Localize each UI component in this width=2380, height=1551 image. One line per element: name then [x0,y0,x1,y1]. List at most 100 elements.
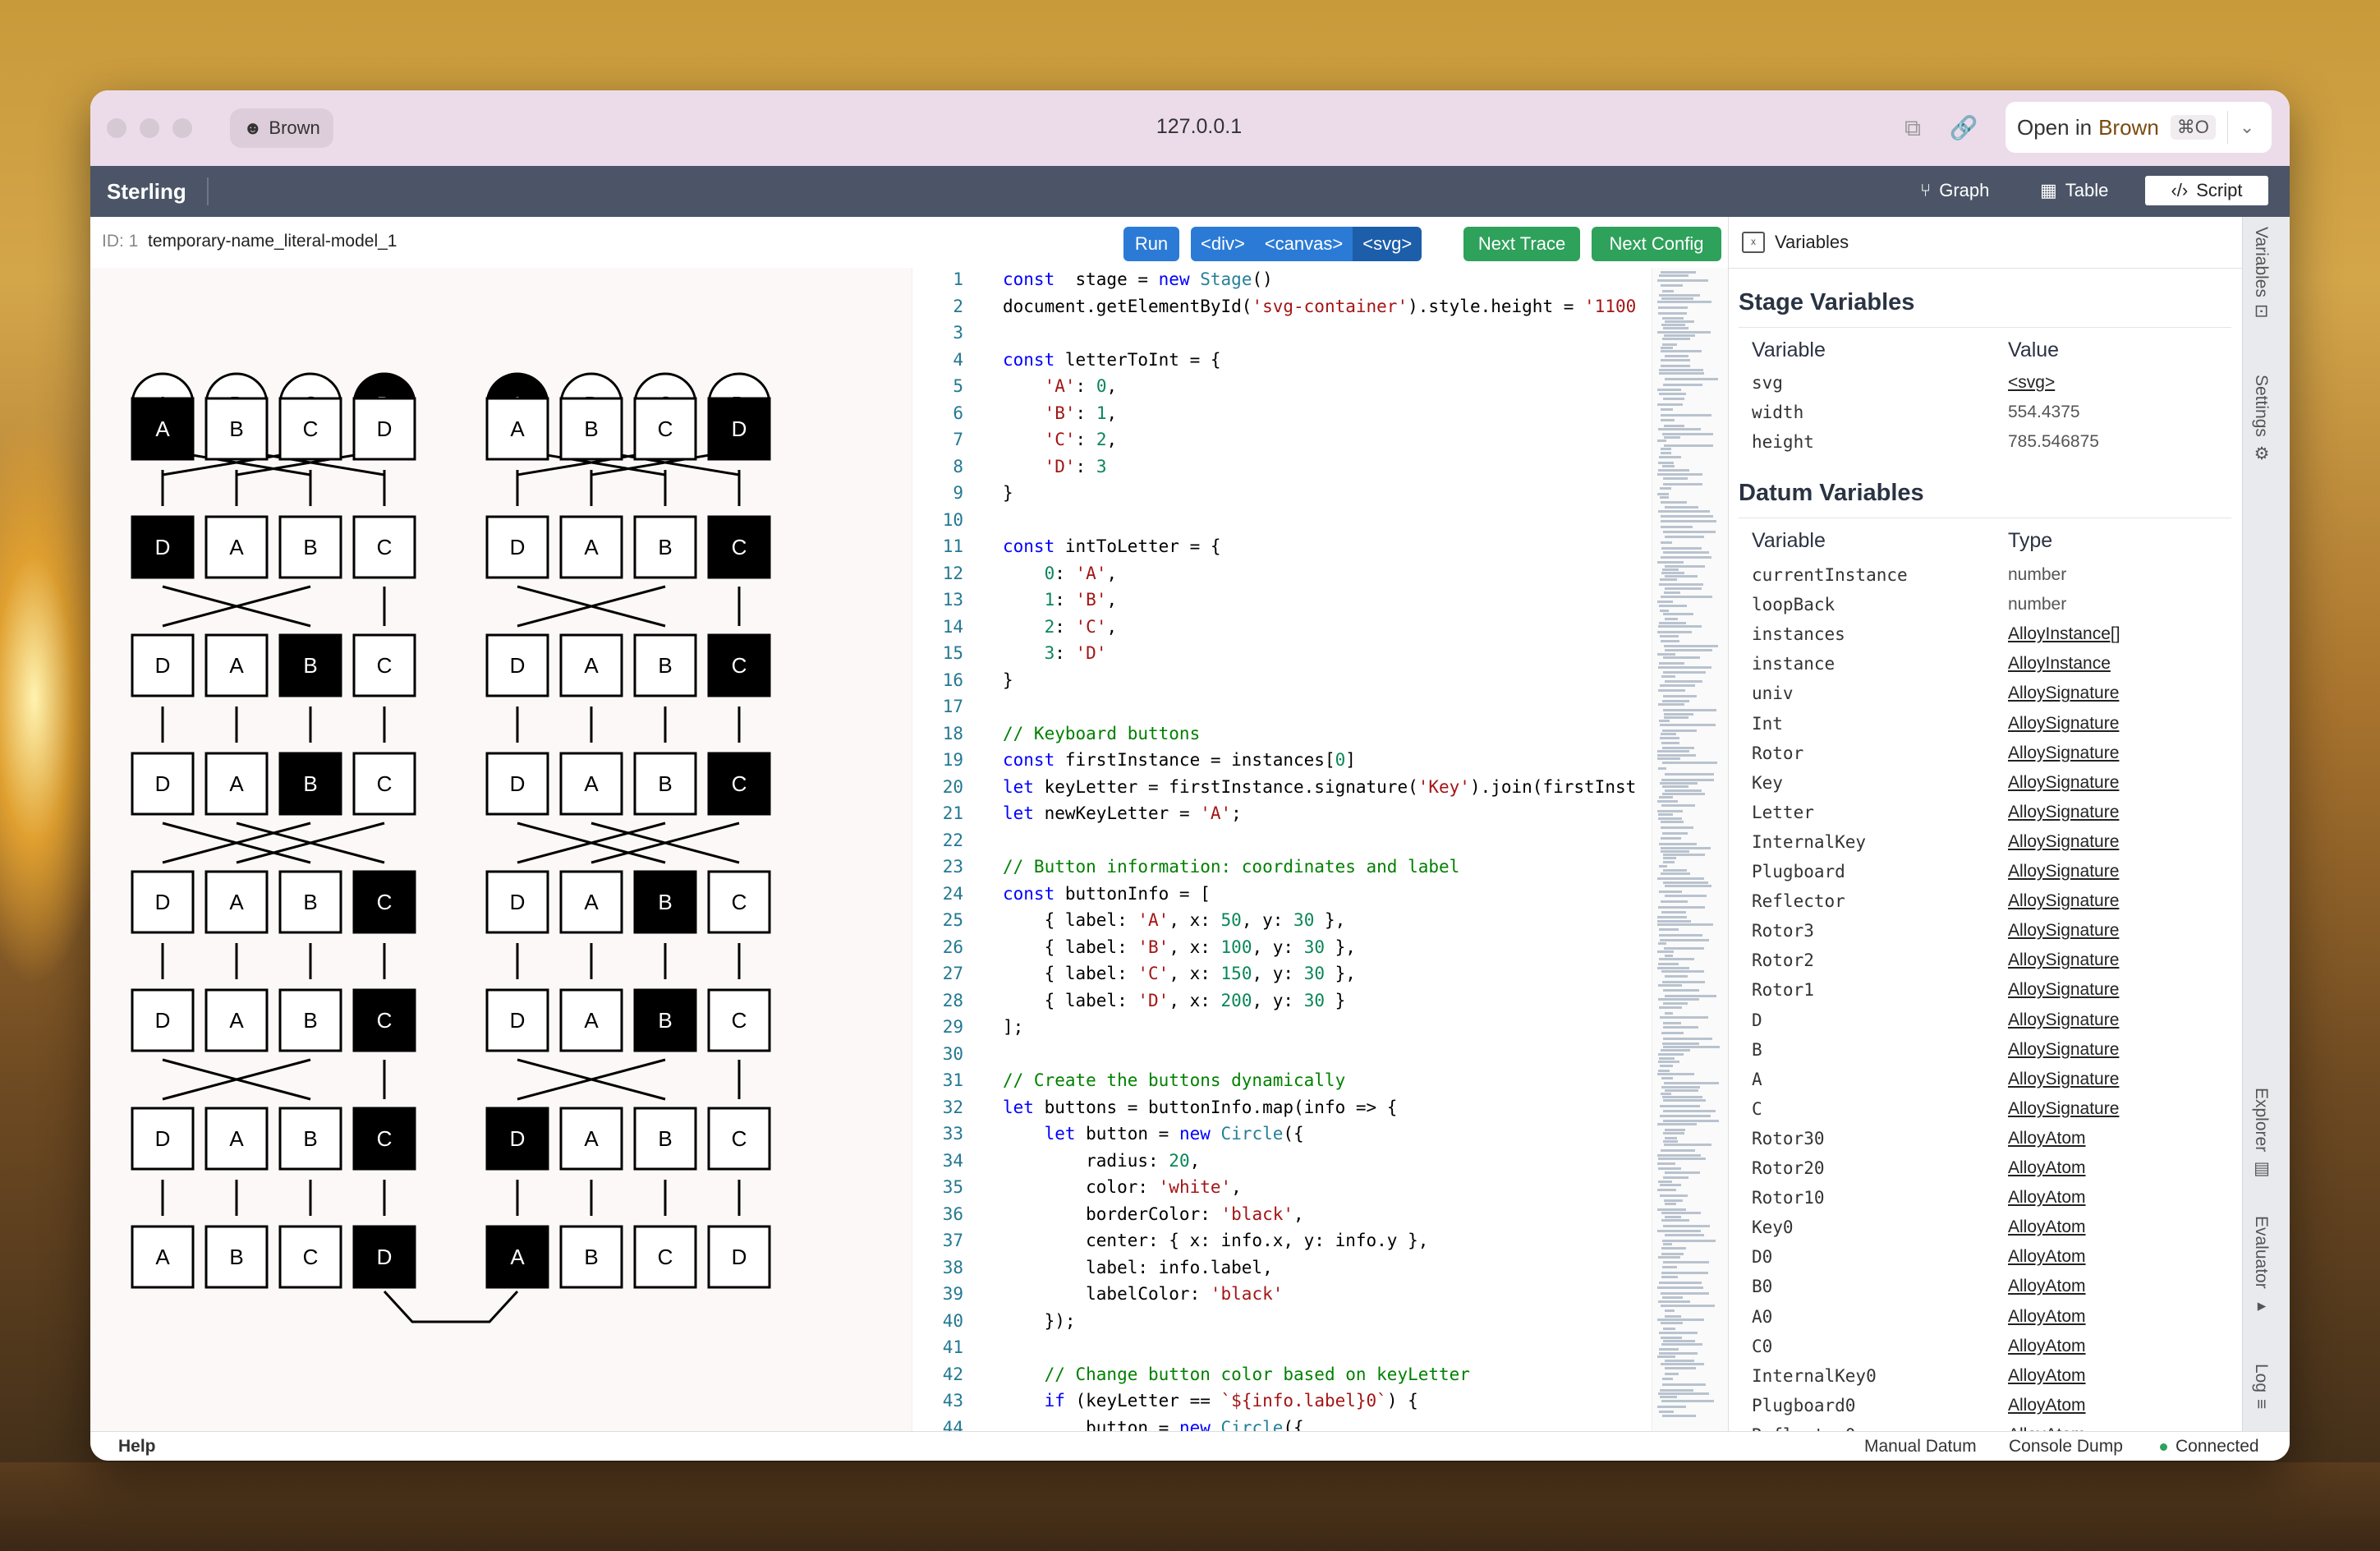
status-bar: Help Manual Datum Console Dump Connected [90,1431,2290,1461]
datum-type-link[interactable]: AlloySignature [2008,1099,2119,1119]
code-line[interactable]: label: info.label, [1003,1258,1273,1277]
extension-icon[interactable]: ⧉ [1897,113,1928,143]
code-token-str: 'C' [1044,430,1076,449]
mode-canvas-button[interactable]: <canvas> [1254,227,1353,261]
code-line[interactable]: // Button information: coordinates and l… [1003,857,1459,877]
code-line[interactable]: let keyLetter = firstInstance.signature(… [1003,777,1636,797]
mode-div-button[interactable]: <div> [1191,227,1255,261]
manual-datum-button[interactable]: Manual Datum [1864,1437,1977,1457]
script-toolbar: ID: 1 temporary-name_literal-model_1 Run… [90,217,1728,268]
datum-type-link[interactable]: AlloyAtom [2008,1129,2086,1148]
sidebar-tab-variables[interactable]: Variables ⊡ [2251,227,2271,319]
code-line[interactable]: const buttonInfo = [ [1003,884,1211,904]
tab-table[interactable]: ▦ Table [2017,176,2131,205]
datum-type-link[interactable]: AlloySignature [2008,773,2119,793]
sidebar-tab-evaluator[interactable]: Evaluator ▸ [2251,1216,2271,1315]
datum-type-link[interactable]: AlloyAtom [2008,1425,2086,1431]
code-line[interactable]: 'A': 0, [1003,376,1118,396]
code-line[interactable]: color: 'white', [1003,1177,1242,1197]
help-button[interactable]: Help [118,1437,156,1457]
code-line[interactable]: { label: 'D', x: 200, y: 30 } [1003,991,1346,1010]
datum-type-link[interactable]: AlloySignature [2008,950,2119,970]
code-line[interactable]: const firstInstance = instances[0] [1003,750,1356,770]
editor-minimap[interactable] [1652,268,1729,1431]
code-line[interactable]: 0: 'A', [1003,564,1118,583]
datum-type-link[interactable]: AlloyAtom [2008,1337,2086,1356]
profile-button[interactable]: ☻ Brown [230,108,333,148]
datum-type-link[interactable]: AlloyAtom [2008,1217,2086,1237]
tab-graph[interactable]: ⑂ Graph [1897,176,2012,205]
datum-type-link[interactable]: AlloyAtom [2008,1188,2086,1208]
code-line[interactable]: labelColor: 'black' [1003,1284,1283,1304]
code-line[interactable]: // Create the buttons dynamically [1003,1070,1345,1090]
code-line[interactable]: { label: 'C', x: 150, y: 30 }, [1003,964,1356,983]
datum-type-link[interactable]: AlloySignature [2008,743,2119,763]
datum-type-link[interactable]: AlloySignature [2008,1010,2119,1030]
datum-type-link[interactable]: AlloyAtom [2008,1158,2086,1178]
datum-type-link[interactable]: AlloySignature [2008,683,2119,703]
zoom-window-button[interactable] [172,118,192,138]
mode-svg-button[interactable]: <svg> [1353,227,1422,261]
code-line[interactable]: let newKeyLetter = 'A'; [1003,803,1242,823]
datum-type-link[interactable]: AlloyAtom [2008,1307,2086,1327]
code-line[interactable]: let buttons = buttonInfo.map(info => { [1003,1098,1397,1117]
datum-type-link[interactable]: AlloyInstance [2008,654,2111,674]
code-line[interactable]: document.getElementById('svg-container')… [1003,297,1636,316]
script-editor[interactable]: const stage = new Stage() document.getEle… [912,268,1729,1431]
console-dump-button[interactable]: Console Dump [2009,1437,2123,1457]
code-line[interactable]: const stage = new Stage() [1003,269,1273,289]
code-line[interactable]: // Change button color based on keyLette… [1003,1365,1470,1384]
next-config-button[interactable]: Next Config [1592,227,1721,261]
datum-type-link[interactable]: AlloySignature [2008,832,2119,852]
code-line[interactable]: radius: 20, [1003,1151,1200,1171]
run-button[interactable]: Run [1123,227,1179,261]
code-line[interactable]: const letterToInt = { [1003,350,1221,370]
close-window-button[interactable] [107,118,126,138]
sidebar-tab-explorer[interactable]: Explorer ▤ [2251,1088,2271,1178]
code-line[interactable]: { label: 'B', x: 100, y: 30 }, [1003,937,1356,957]
datum-type-link[interactable]: AlloySignature [2008,803,2119,822]
datum-type-link[interactable]: AlloyInstance[] [2008,624,2120,644]
code-line[interactable]: // Keyboard buttons [1003,724,1200,743]
code-line[interactable]: 3: 'D' [1003,643,1107,663]
datum-type-link[interactable]: AlloyAtom [2008,1366,2086,1386]
code-line[interactable]: borderColor: 'black', [1003,1204,1304,1224]
next-trace-button[interactable]: Next Trace [1463,227,1580,261]
code-line[interactable]: }); [1003,1311,1076,1331]
chevron-down-icon[interactable]: ⌄ [2240,117,2254,138]
open-in-app-button[interactable]: Open in Brown ⌘O ⌄ [2006,102,2272,153]
code-line[interactable]: ]; [1003,1017,1023,1037]
datum-type-link[interactable]: AlloyAtom [2008,1277,2086,1296]
datum-type-link[interactable]: AlloySignature [2008,714,2119,734]
code-line[interactable]: let button = new Circle({ [1003,1124,1304,1144]
code-line[interactable]: } [1003,670,1013,690]
code-line[interactable]: } [1003,483,1013,503]
code-line[interactable]: button = new Circle({ [1003,1418,1304,1432]
datum-type-link[interactable]: AlloySignature [2008,921,2119,941]
code-line[interactable]: const intToLetter = { [1003,536,1221,556]
sidebar-tab-log[interactable]: Log ≡ [2251,1364,2271,1409]
minimize-window-button[interactable] [140,118,159,138]
code-line[interactable]: 'D': 3 [1003,457,1107,476]
code-line[interactable]: 'B': 1, [1003,403,1118,423]
stage-type-link[interactable]: <svg> [2008,373,2055,393]
datum-variable-name: Plugboard [1752,862,1845,881]
datum-type-link[interactable]: AlloySignature [2008,1040,2119,1060]
code-line[interactable]: { label: 'A', x: 50, y: 30 }, [1003,910,1346,930]
datum-type-link[interactable]: AlloyAtom [2008,1247,2086,1267]
code-line[interactable]: center: { x: info.x, y: info.y }, [1003,1231,1428,1250]
link-icon[interactable]: 🔗 [1948,113,1979,143]
minimap-line [1658,428,1701,430]
code-line[interactable]: if (keyLetter == `${info.label}0`) { [1003,1391,1418,1411]
datum-type-link[interactable]: AlloySignature [2008,980,2119,1000]
datum-type-link[interactable]: AlloyAtom [2008,1396,2086,1415]
datum-type-link[interactable]: AlloySignature [2008,891,2119,911]
sidebar-tab-settings[interactable]: Settings ⚙ [2251,375,2271,463]
address-bar[interactable]: 127.0.0.1 [994,115,1404,139]
code-line[interactable]: 1: 'B', [1003,590,1118,610]
tab-script[interactable]: ‹/› Script [2145,176,2268,205]
datum-type-link[interactable]: AlloySignature [2008,1070,2119,1089]
datum-type-link[interactable]: AlloySignature [2008,862,2119,881]
code-line[interactable]: 'C': 2, [1003,430,1118,449]
code-line[interactable]: 2: 'C', [1003,617,1118,637]
